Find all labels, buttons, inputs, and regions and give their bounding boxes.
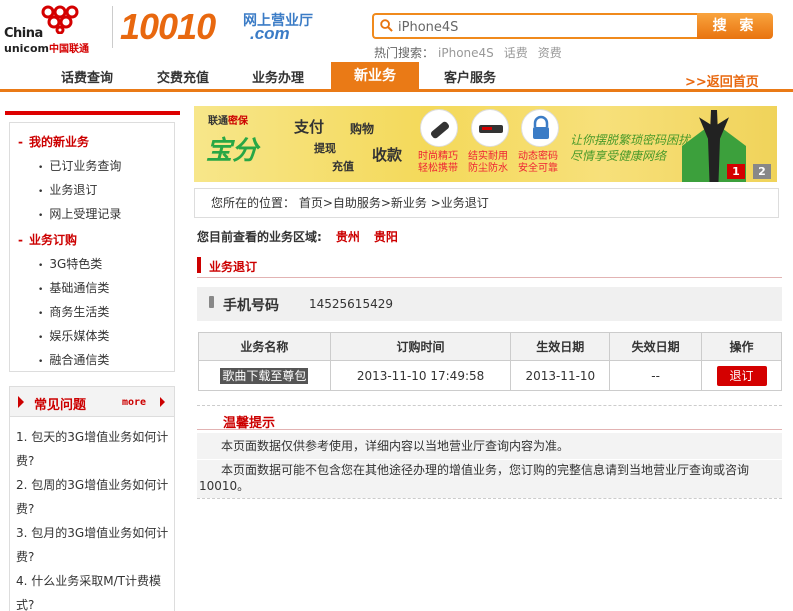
section-title: 业务退订 xyxy=(209,260,258,274)
faq-item[interactable]: 3. 包月的3G增值业务如何计费? xyxy=(16,521,170,569)
cell-effective-date: 2013-11-10 xyxy=(510,360,611,391)
hot-search: 热门搜索： iPhone4S 话费 资费 xyxy=(374,44,572,61)
sidebar-item-business-life[interactable]: 商务生活类 xyxy=(38,303,109,320)
banner-caption: 动态密码 安全可靠 xyxy=(518,151,558,174)
search-button[interactable]: 搜 索 xyxy=(697,13,773,39)
main-nav: 话费查询 交费充值 业务办理 新业务 客户服务 >>返回首页 xyxy=(0,62,793,92)
brand-com: .com xyxy=(250,24,290,43)
sidebar-heading-order[interactable]: 业务订购 xyxy=(18,231,77,248)
brand-number[interactable]: 10010 xyxy=(120,6,216,48)
banner-word: 充值 xyxy=(332,160,354,173)
banner-caption: 结实耐用 防尘防水 xyxy=(468,151,508,174)
service-name-text[interactable]: 歌曲下载至尊包 xyxy=(220,368,309,384)
cell-expire-date: -- xyxy=(609,360,703,391)
tip-line-2: 本页面数据可能不包含您在其他途径办理的增值业务，您订购的完整信息请到当地营业厅查… xyxy=(197,460,782,498)
sidebar-item-basic[interactable]: 基础通信类 xyxy=(38,279,109,296)
header: China unicom中国联通 10010 网上营业厅 .com 搜 索 热门… xyxy=(0,0,793,62)
service-table: 业务名称 订购时间 生效日期 失效日期 操作 歌曲下载至尊包 2013-11-1… xyxy=(198,332,782,391)
faq-title: 常见问题 xyxy=(34,398,87,413)
banner-word: 收款 xyxy=(372,146,403,164)
col-header-service-name: 业务名称 xyxy=(198,332,331,361)
faq-item[interactable]: 1. 包天的3G增值业务如何计费? xyxy=(16,425,170,473)
tip-line-1: 本页面数据仅供参考使用，详细内容以当地营业厅查询内容为准。 xyxy=(197,433,782,459)
sidebar-top-bar xyxy=(5,111,180,115)
banner-bao-text: 宝分 xyxy=(206,136,259,166)
cell-service-name: 歌曲下载至尊包 xyxy=(198,360,331,391)
faq-item[interactable]: 4. 什么业务采取M/T计费模式? xyxy=(16,569,170,611)
region-label: 您目前查看的业务区域: xyxy=(197,230,322,244)
card-device-icon xyxy=(471,109,509,147)
nav-new-business[interactable]: 新业务 xyxy=(331,62,419,92)
region-province: 贵州 xyxy=(335,230,360,244)
promo-banner[interactable]: 联通密保 宝分 支付 购物 提现 充值 收款 时尚精巧 轻松携带 结实耐用 防尘防水… xyxy=(194,106,777,182)
logo-unicom-cn: 中国联通 xyxy=(48,44,89,55)
phone-label: 手机号码 xyxy=(223,298,279,314)
sidebar-item-online-records[interactable]: 网上受理记录 xyxy=(38,205,121,222)
banner-word: 购物 xyxy=(350,122,375,136)
banner-slogan: 让你摆脱繁琐密码困扰 尽情享受健康网络 xyxy=(570,133,691,163)
faq-more-link[interactable]: more xyxy=(122,397,146,408)
banner-caption: 时尚精巧 轻松携带 xyxy=(418,151,458,174)
table-header-row: 业务名称 订购时间 生效日期 失效日期 操作 xyxy=(198,332,782,361)
banner-page-1[interactable]: 1 xyxy=(727,164,745,179)
tips-underline xyxy=(197,429,782,430)
banner-word: 支付 xyxy=(294,118,325,136)
section-bar xyxy=(197,257,201,273)
col-header-order-time: 订购时间 xyxy=(329,332,512,361)
faq-header: 常见问题 more xyxy=(10,387,174,417)
logo-china-text: China xyxy=(4,26,43,41)
usb-key-icon xyxy=(420,109,458,147)
logo-divider xyxy=(112,6,113,48)
hot-search-link[interactable]: 话费 xyxy=(504,46,528,60)
table-row: 歌曲下载至尊包 2013-11-10 17:49:58 2013-11-10 -… xyxy=(198,360,782,391)
logo-unicom-text: unicom中国联通 xyxy=(4,42,89,55)
search-input[interactable] xyxy=(398,18,688,36)
search-icon xyxy=(380,19,393,32)
triangle-right-icon xyxy=(18,396,24,408)
nav-customer-service[interactable]: 客户服务 xyxy=(444,67,496,86)
sidebar-heading-my-business[interactable]: 我的新业务 xyxy=(18,133,89,150)
section-header: 业务退订 xyxy=(197,254,782,278)
tips-divider xyxy=(197,405,782,406)
unsubscribe-button[interactable]: 退订 xyxy=(716,365,767,386)
tip-line-2a: 本页面数据可能不包含您在其他途径办理的增值业务，您订购的完整信息请到当地营业厅查… xyxy=(221,463,750,477)
col-header-effective-date: 生效日期 xyxy=(510,332,611,361)
back-home-link[interactable]: >>返回首页 xyxy=(685,71,759,90)
phone-number-row: 手机号码 14525615429 xyxy=(197,287,782,321)
business-region: 您目前查看的业务区域: 贵州 贵阳 xyxy=(197,228,398,245)
nav-recharge[interactable]: 交费充值 xyxy=(157,67,209,86)
hot-search-link[interactable]: 资费 xyxy=(538,46,562,60)
cell-action: 退订 xyxy=(701,360,782,391)
faq-panel: 常见问题 more 1. 包天的3G增值业务如何计费? 2. 包周的3G增值业务… xyxy=(9,386,175,611)
banner-logo: 联通密保 xyxy=(208,116,248,127)
padlock-icon xyxy=(521,109,559,147)
hot-search-label: 热门搜索： xyxy=(374,46,435,60)
banner-page-2[interactable]: 2 xyxy=(753,164,771,179)
region-city: 贵阳 xyxy=(373,230,398,244)
phone-icon xyxy=(209,296,214,308)
sidebar-item-converged[interactable]: 融合通信类 xyxy=(38,351,109,368)
faq-item[interactable]: 2. 包周的3G增值业务如何计费? xyxy=(16,473,170,521)
sidebar-item-3g[interactable]: 3G特色类 xyxy=(38,255,102,272)
col-header-expire-date: 失效日期 xyxy=(609,332,703,361)
sidebar-item-unsubscribe[interactable]: 业务退订 xyxy=(38,181,97,198)
sidebar-menu: 我的新业务 已订业务查询 业务退订 网上受理记录 业务订购 3G特色类 基础通信… xyxy=(9,122,175,372)
cell-order-time: 2013-11-10 17:49:58 xyxy=(329,360,512,391)
nav-bill-query[interactable]: 话费查询 xyxy=(61,67,113,86)
search-box xyxy=(372,13,698,39)
sidebar-item-entertainment[interactable]: 娱乐媒体类 xyxy=(38,327,109,344)
breadcrumb[interactable]: 您所在的位置： 首页>自助服务>新业务 >业务退订 xyxy=(194,188,779,218)
tip-line-2b: 10010。 xyxy=(199,479,250,493)
nav-business[interactable]: 业务办理 xyxy=(252,67,304,86)
phone-value: 14525615429 xyxy=(309,297,393,311)
sidebar-item-ordered-query[interactable]: 已订业务查询 xyxy=(38,157,121,174)
tips-bottom-divider xyxy=(197,498,782,499)
hot-search-link[interactable]: iPhone4S xyxy=(438,46,494,60)
col-header-action: 操作 xyxy=(701,332,782,361)
more-arrow-icon[interactable] xyxy=(160,397,165,407)
banner-word: 提现 xyxy=(314,142,336,155)
